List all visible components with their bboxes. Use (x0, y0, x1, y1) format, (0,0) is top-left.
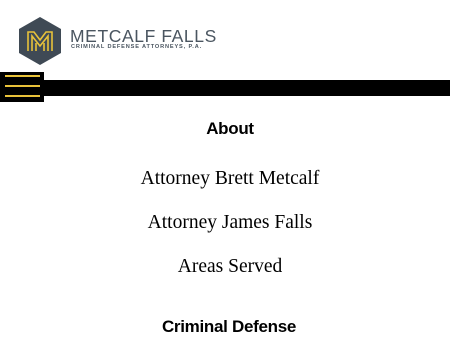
hamburger-bar (5, 75, 40, 77)
brand-tagline: CRIMINAL DEFENSE ATTORNEYS, P.A. (71, 44, 203, 50)
menu-heading-criminal-defense[interactable]: Criminal Defense (4, 318, 450, 335)
nav-bar (0, 80, 450, 96)
menu-link-james-falls[interactable]: Attorney James Falls (5, 213, 450, 233)
menu-link-areas-served[interactable]: Areas Served (5, 257, 450, 277)
logo-icon[interactable] (19, 17, 61, 65)
hamburger-menu-icon[interactable] (0, 72, 44, 102)
site-header: METCALF FALLS CRIMINAL DEFENSE ATTORNEYS… (0, 0, 450, 80)
hamburger-bar (5, 85, 40, 87)
hamburger-bar (5, 95, 40, 97)
menu-link-brett-metcalf[interactable]: Attorney Brett Metcalf (5, 169, 450, 189)
page: METCALF FALLS CRIMINAL DEFENSE ATTORNEYS… (0, 0, 450, 338)
brand-name[interactable]: METCALF FALLS (70, 27, 217, 46)
menu-heading-about[interactable]: About (5, 120, 450, 137)
